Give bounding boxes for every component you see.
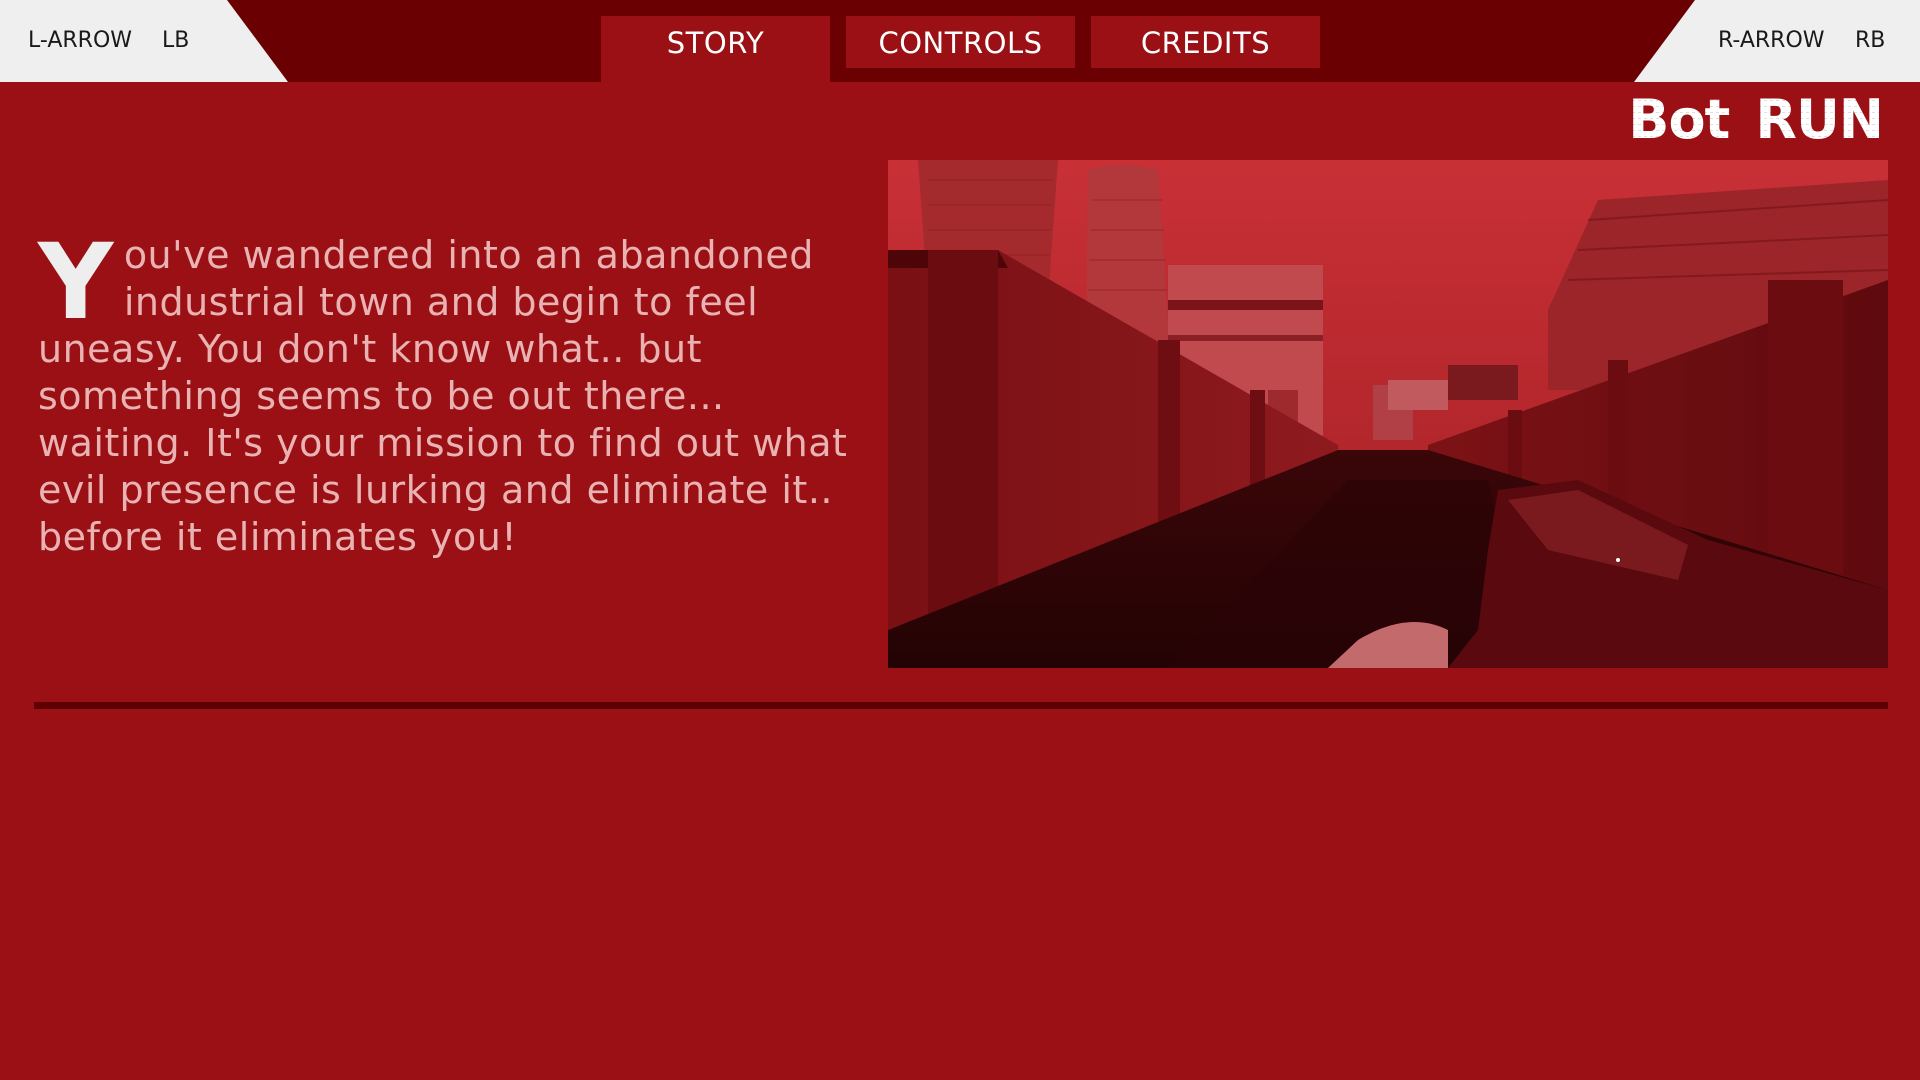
section-divider bbox=[34, 702, 1888, 709]
gameplay-screenshot bbox=[888, 160, 1888, 668]
tab-controls[interactable]: CONTROLS bbox=[846, 16, 1075, 68]
left-bumper-hint: LB bbox=[162, 28, 190, 53]
right-bumper-hint: RB bbox=[1855, 28, 1886, 53]
story-dropcap: Y bbox=[38, 221, 114, 343]
menu-screen: L-ARROW LB R-ARROW RB STORY CONTROLS CRE… bbox=[0, 0, 1920, 1080]
left-arrow-key-hint: L-ARROW bbox=[28, 28, 133, 53]
tab-credits[interactable]: CREDITS bbox=[1091, 16, 1320, 68]
story-text: ou've wandered into an abandoned industr… bbox=[38, 233, 848, 559]
game-logo: Bot_RUN bbox=[1628, 90, 1884, 146]
tab-story[interactable]: STORY bbox=[601, 16, 830, 82]
story-paragraph: You've wandered into an abandoned indust… bbox=[38, 221, 868, 561]
logo-text: Bot_RUN bbox=[1628, 90, 1883, 146]
right-arrow-key-hint: R-ARROW bbox=[1718, 28, 1825, 53]
